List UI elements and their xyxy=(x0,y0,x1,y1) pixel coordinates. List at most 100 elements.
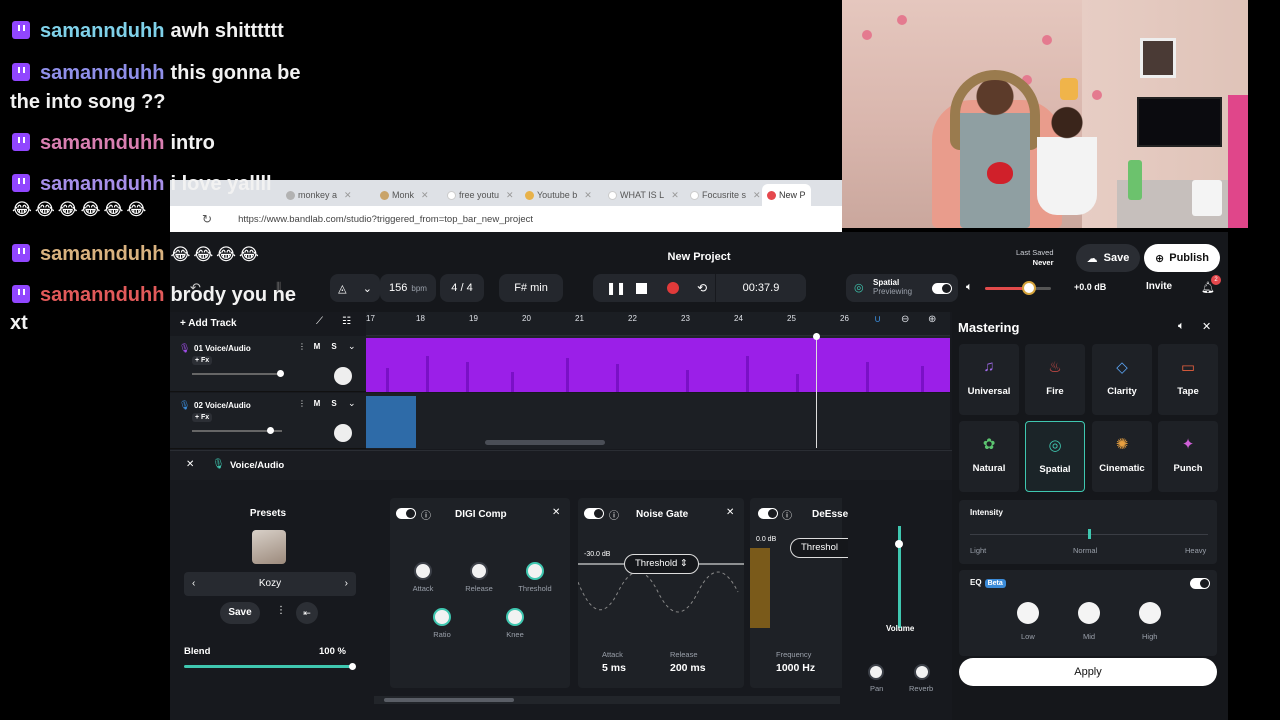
release-knob[interactable] xyxy=(470,562,488,580)
gate-attack-value[interactable]: 5 ms xyxy=(602,662,626,674)
blend-value[interactable]: 100 % xyxy=(319,646,346,657)
solo-button[interactable]: S xyxy=(328,342,340,351)
back-arrow-icon[interactable]: ↶ xyxy=(190,280,201,296)
url-text[interactable]: https://www.bandlab.com/studio?triggered… xyxy=(238,214,533,225)
noise-gate-toggle[interactable] xyxy=(584,508,604,519)
track-pan-knob[interactable] xyxy=(334,367,352,385)
spatial-toggle[interactable] xyxy=(932,283,952,294)
preset-save-button[interactable]: Save xyxy=(220,602,260,624)
track-menu-icon[interactable]: ⋮ xyxy=(298,342,306,351)
intensity-handle[interactable] xyxy=(1088,529,1091,539)
blend-slider[interactable] xyxy=(184,665,354,668)
chevron-down-icon[interactable]: ⌄ xyxy=(348,341,356,352)
stop-icon[interactable] xyxy=(636,283,647,294)
master-volume-slider[interactable] xyxy=(985,287,1051,290)
master-preset-universal[interactable]: ♫ Universal xyxy=(959,344,1019,415)
mixer-icon[interactable]: ☷ xyxy=(342,316,351,327)
attack-knob[interactable] xyxy=(414,562,432,580)
timeline-ruler[interactable]: 17 18 19 20 21 22 23 24 25 26 ∪ ⊖ ⊕ xyxy=(366,312,950,336)
track-volume-slider[interactable] xyxy=(192,373,282,375)
chevron-down-icon[interactable]: ⌄ xyxy=(348,398,356,409)
pause-icon[interactable]: ❚❚ xyxy=(606,281,626,295)
add-fx-button[interactable]: + Fx xyxy=(192,356,213,365)
scroll-thumb[interactable] xyxy=(384,698,514,702)
publish-button[interactable]: ⊕ Publish xyxy=(1144,244,1220,272)
master-preset-clarity[interactable]: ◇ Clarity xyxy=(1092,344,1152,415)
audio-region[interactable] xyxy=(366,338,950,392)
track-menu-icon[interactable]: ⋮ xyxy=(298,399,306,408)
time-signature[interactable]: 4 / 4 xyxy=(440,274,484,302)
audio-region[interactable] xyxy=(366,396,416,448)
master-preset-spatial[interactable]: ◎ Spatial xyxy=(1025,421,1085,492)
track-volume-handle[interactable] xyxy=(267,427,274,434)
ratio-knob[interactable] xyxy=(433,608,451,626)
browser-tab[interactable]: Focusrite s ✕ xyxy=(690,184,761,206)
gate-release-value[interactable]: 200 ms xyxy=(670,662,706,674)
reload-icon[interactable]: ↻ xyxy=(202,212,212,226)
deesser-toggle[interactable] xyxy=(758,508,778,519)
threshold-dropdown[interactable]: Threshol xyxy=(790,538,848,558)
tab-close-icon[interactable]: ✕ xyxy=(344,190,352,201)
mute-button[interactable]: M xyxy=(311,399,323,408)
tab-close-icon[interactable]: ✕ xyxy=(421,190,429,201)
metronome-control[interactable]: ◬ ⌄ xyxy=(330,274,380,302)
eq-mid-knob[interactable] xyxy=(1078,602,1100,624)
master-preset-natural[interactable]: ✿ Natural xyxy=(959,421,1019,492)
pan-knob[interactable] xyxy=(868,664,884,680)
threshold-dropdown[interactable]: Threshold ⇕ xyxy=(624,554,699,574)
master-preset-cinematic[interactable]: ✺ Cinematic xyxy=(1092,421,1152,492)
preset-selector[interactable]: ‹ Kozy › xyxy=(184,572,356,596)
eq-high-knob[interactable] xyxy=(1139,602,1161,624)
master-preset-fire[interactable]: ♨ Fire xyxy=(1025,344,1085,415)
apply-button[interactable]: Apply xyxy=(959,658,1217,686)
track-name[interactable]: 01 Voice/Audio xyxy=(194,344,251,353)
close-icon[interactable]: ✕ xyxy=(186,459,194,470)
solo-button[interactable]: S xyxy=(328,399,340,408)
eq-toggle[interactable] xyxy=(1190,578,1210,589)
eq-low-knob[interactable] xyxy=(1017,602,1039,624)
track-volume-handle[interactable] xyxy=(277,370,284,377)
browser-tab[interactable]: Youtube b ✕ xyxy=(525,184,592,206)
speaker-icon[interactable]: 🔈︎ xyxy=(966,281,973,294)
tab-close-icon[interactable]: ✕ xyxy=(753,190,761,201)
master-preset-punch[interactable]: ✦ Punch xyxy=(1158,421,1218,492)
timeline-scrollbar[interactable] xyxy=(485,440,605,445)
track-row[interactable]: 🎙︎ 02 Voice/Audio + Fx ⋮ M S ⌄ xyxy=(170,393,366,449)
track-lane[interactable] xyxy=(366,393,950,449)
mute-button[interactable]: M xyxy=(311,342,323,351)
master-volume-knob[interactable] xyxy=(1022,281,1036,295)
tempo-field[interactable]: 156 bpm xyxy=(380,274,436,302)
browser-tab[interactable]: monkey a ✕ xyxy=(286,184,352,206)
knee-knob[interactable] xyxy=(506,608,524,626)
project-title[interactable]: New Project xyxy=(170,251,1228,263)
track-pan-knob[interactable] xyxy=(334,424,352,442)
reset-icon[interactable]: ⇤ xyxy=(296,602,318,624)
close-icon[interactable]: ✕ xyxy=(726,507,734,518)
key-selector[interactable]: F# min xyxy=(499,274,563,302)
speaker-icon[interactable]: 🔈︎ xyxy=(1178,320,1185,333)
chevron-left-icon[interactable]: ‹ xyxy=(192,572,195,596)
master-preset-tape[interactable]: ▭ Tape xyxy=(1158,344,1218,415)
chevron-down-icon[interactable]: ⌄ xyxy=(363,282,372,295)
automation-icon[interactable]: ⟋ xyxy=(316,316,323,327)
close-icon[interactable]: ✕ xyxy=(552,507,560,518)
invite-button[interactable]: Invite xyxy=(1146,281,1172,292)
fx-chain-scrollbar[interactable] xyxy=(374,696,840,704)
record-icon[interactable] xyxy=(667,282,679,294)
magnet-snap-icon[interactable]: ∪ xyxy=(874,314,881,325)
tab-close-icon[interactable]: ✕ xyxy=(584,190,592,201)
more-icon[interactable]: ⋮ xyxy=(276,605,286,616)
loop-icon[interactable]: ⟲ xyxy=(697,281,707,295)
browser-tab[interactable]: WHAT IS L ✕ xyxy=(608,184,679,206)
browser-tab-active[interactable]: New P xyxy=(762,184,811,206)
browser-tab[interactable]: free youtu ✕ xyxy=(447,184,514,206)
frequency-value[interactable]: 1000 Hz xyxy=(776,662,815,674)
track-row[interactable]: 🎙︎ 01 Voice/Audio + Fx ⋮ M S ⌄ xyxy=(170,336,366,392)
add-fx-button[interactable]: + Fx xyxy=(192,413,213,422)
browser-tab[interactable]: Monk ✕ xyxy=(380,184,429,206)
save-button[interactable]: ☁ Save xyxy=(1076,244,1140,272)
blend-handle[interactable] xyxy=(349,663,356,670)
volume-fader-handle[interactable] xyxy=(895,540,903,548)
reverb-knob[interactable] xyxy=(914,664,930,680)
digi-comp-toggle[interactable] xyxy=(396,508,416,519)
